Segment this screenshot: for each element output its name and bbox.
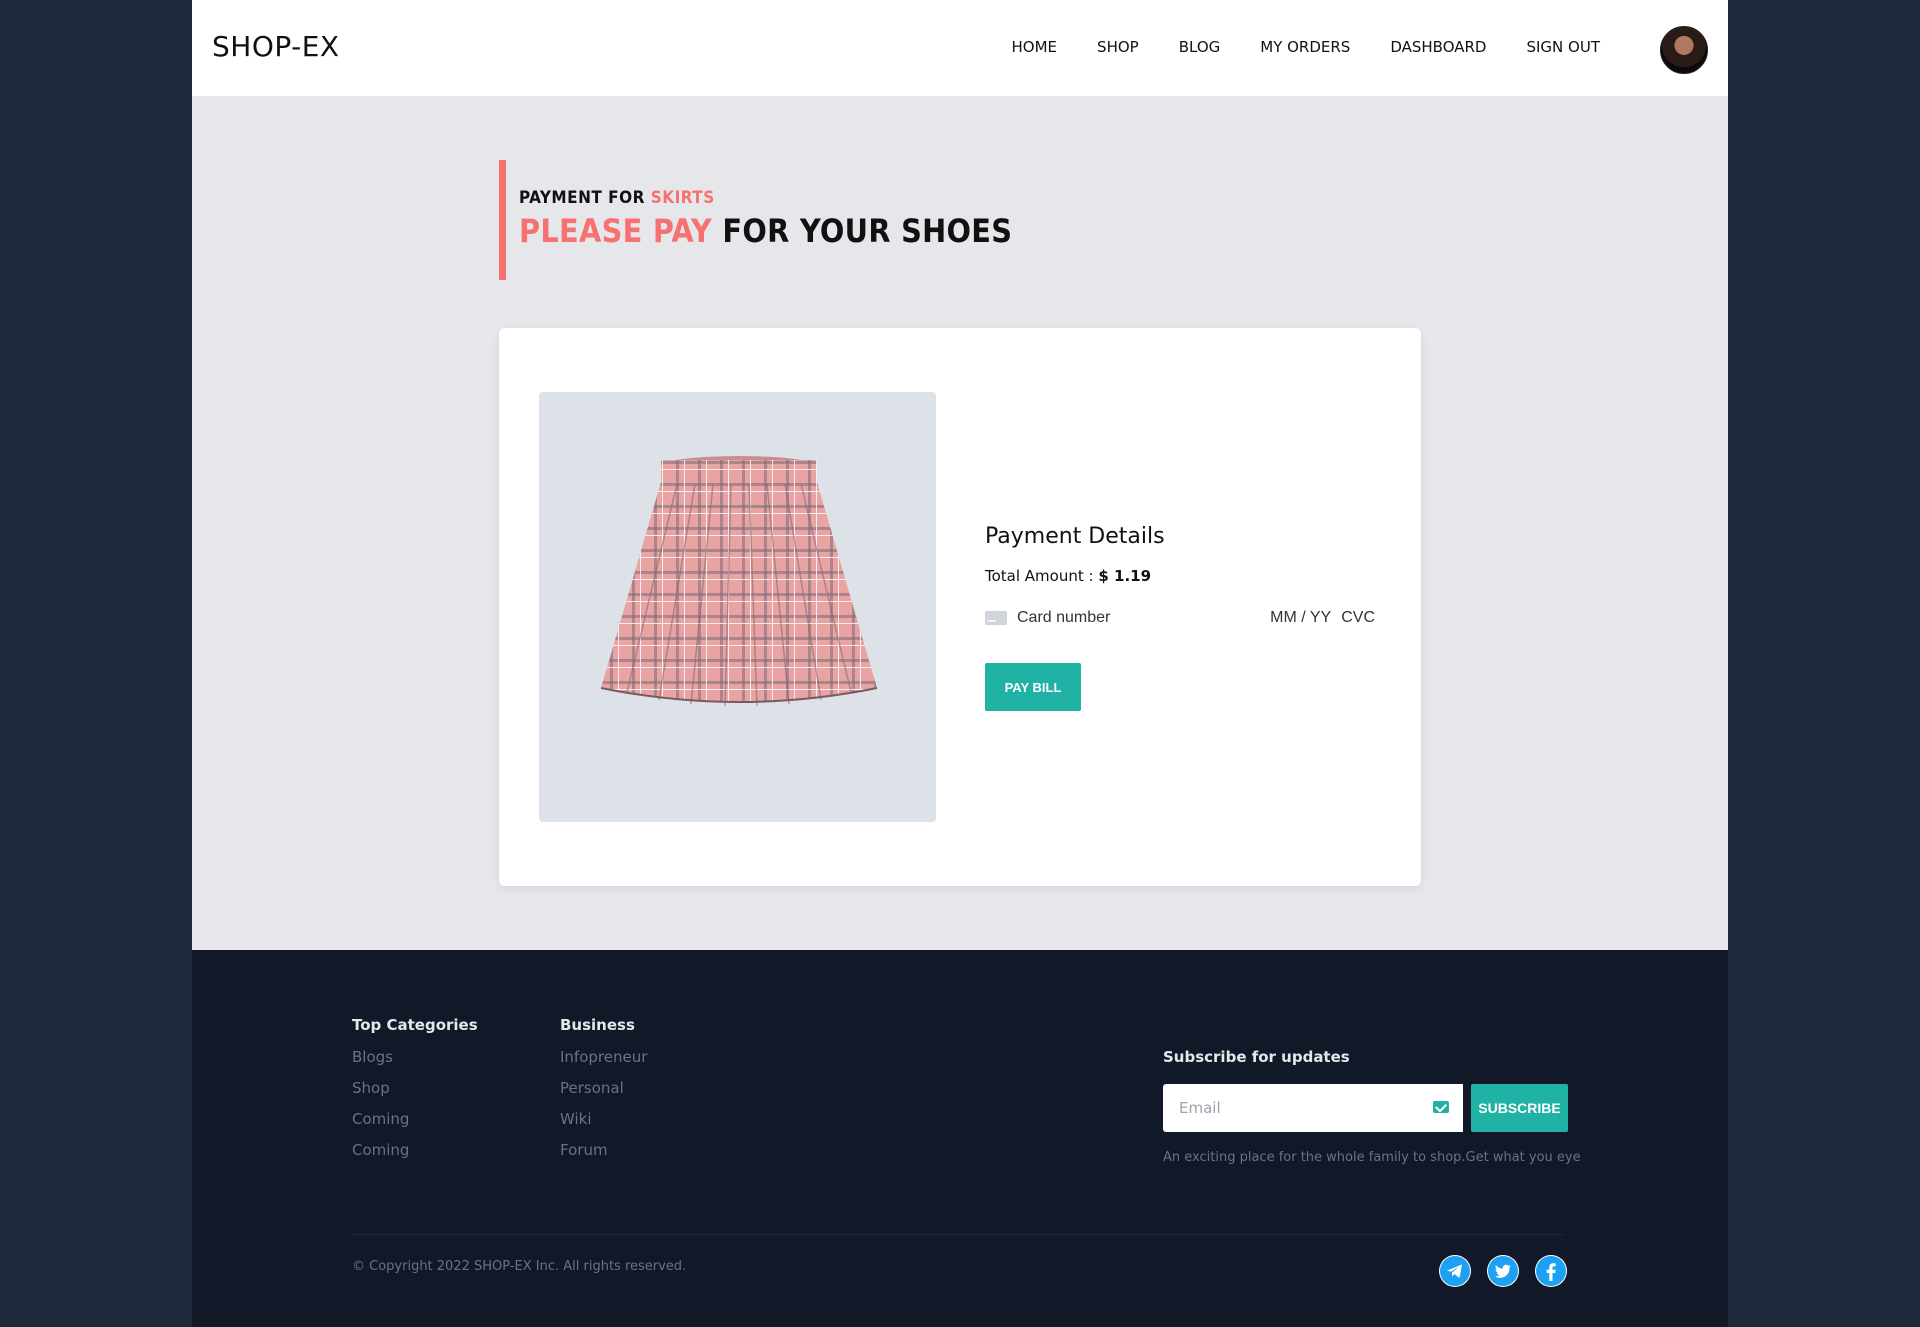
heading-sub-prefix: PAYMENT FOR [519, 188, 651, 208]
heading-main-rest: FOR YOUR SHOES [712, 212, 1013, 250]
subscribe-title: Subscribe for updates [1163, 1048, 1350, 1066]
total-amount: Total Amount : $ 1.19 [985, 567, 1375, 585]
top-header: SHOP-EX HOME SHOP BLOG MY ORDERS DASHBOA… [192, 0, 1728, 96]
total-value: $ 1.19 [1098, 567, 1152, 585]
heading-title: PLEASE PAY FOR YOUR SHOES [519, 212, 1012, 250]
page-heading: PAYMENT FOR SKIRTS PLEASE PAY FOR YOUR S… [499, 160, 1012, 280]
main-nav: HOME SHOP BLOG MY ORDERS DASHBOARD SIGN … [1012, 38, 1600, 56]
social-links [1439, 1255, 1567, 1287]
footer-link[interactable]: Infopreneur [560, 1048, 647, 1066]
logo[interactable]: SHOP-EX [212, 30, 340, 63]
nav-shop[interactable]: SHOP [1097, 38, 1139, 56]
footer-link[interactable]: Personal [560, 1079, 647, 1097]
avatar[interactable] [1660, 26, 1708, 74]
cvc-field[interactable]: CVC [1341, 609, 1375, 627]
footer-col-categories: Top Categories Blogs Shop Coming Coming [352, 1016, 478, 1172]
footer-col-title: Top Categories [352, 1016, 478, 1034]
footer-link[interactable]: Blogs [352, 1048, 478, 1066]
product-image [539, 392, 936, 822]
heading-main-accent: PLEASE PAY [519, 212, 713, 250]
subscribe-button[interactable]: SUBSCRIBE [1471, 1084, 1568, 1132]
footer-col-title: Business [560, 1016, 635, 1034]
email-input[interactable]: Email [1163, 1084, 1463, 1132]
footer-divider [352, 1234, 1563, 1235]
facebook-icon[interactable] [1535, 1255, 1567, 1287]
nav-home[interactable]: HOME [1012, 38, 1058, 56]
card-input-row[interactable]: Card number MM / YY CVC [985, 609, 1375, 627]
nav-my-orders[interactable]: MY ORDERS [1260, 38, 1350, 56]
subscribe-note: An exciting place for the whole family t… [1163, 1150, 1581, 1165]
pay-bill-button[interactable]: PAY BILL [985, 663, 1081, 711]
credit-card-icon [985, 611, 1007, 625]
footer-col-business: Business Infopreneur Personal Wiki Forum [560, 1016, 647, 1172]
subscribe-section: Subscribe for updates Email SUBSCRIBE An… [1163, 1048, 1583, 1165]
footer-link[interactable]: Coming [352, 1110, 478, 1128]
footer-link[interactable]: Coming [352, 1141, 478, 1159]
heading-subtitle: PAYMENT FOR SKIRTS [519, 188, 1012, 208]
footer-link[interactable]: Wiki [560, 1110, 647, 1128]
expiry-field[interactable]: MM / YY [1270, 609, 1331, 627]
heading-sub-accent: SKIRTS [650, 188, 715, 208]
nav-blog[interactable]: BLOG [1179, 38, 1221, 56]
copyright: © Copyright 2022 SHOP-EX Inc. All rights… [352, 1259, 687, 1274]
payment-card: Payment Details Total Amount : $ 1.19 Ca… [499, 328, 1421, 886]
email-placeholder: Email [1179, 1099, 1221, 1117]
subscribe-row: Email SUBSCRIBE [1163, 1084, 1583, 1132]
payment-details: Payment Details Total Amount : $ 1.19 Ca… [985, 524, 1375, 711]
telegram-icon[interactable] [1439, 1255, 1471, 1287]
nav-dashboard[interactable]: DASHBOARD [1390, 38, 1486, 56]
payment-title: Payment Details [985, 524, 1165, 549]
footer-link[interactable]: Shop [352, 1079, 478, 1097]
footer-link[interactable]: Forum [560, 1141, 647, 1159]
twitter-icon[interactable] [1487, 1255, 1519, 1287]
card-number-field[interactable]: Card number [1017, 609, 1270, 627]
footer: Top Categories Blogs Shop Coming Coming … [192, 950, 1728, 1327]
mail-icon [1433, 1101, 1449, 1113]
skirt-image [600, 456, 878, 707]
nav-sign-out[interactable]: SIGN OUT [1526, 38, 1600, 56]
page-frame: SHOP-EX HOME SHOP BLOG MY ORDERS DASHBOA… [192, 0, 1728, 1327]
total-label: Total Amount : [985, 567, 1099, 585]
